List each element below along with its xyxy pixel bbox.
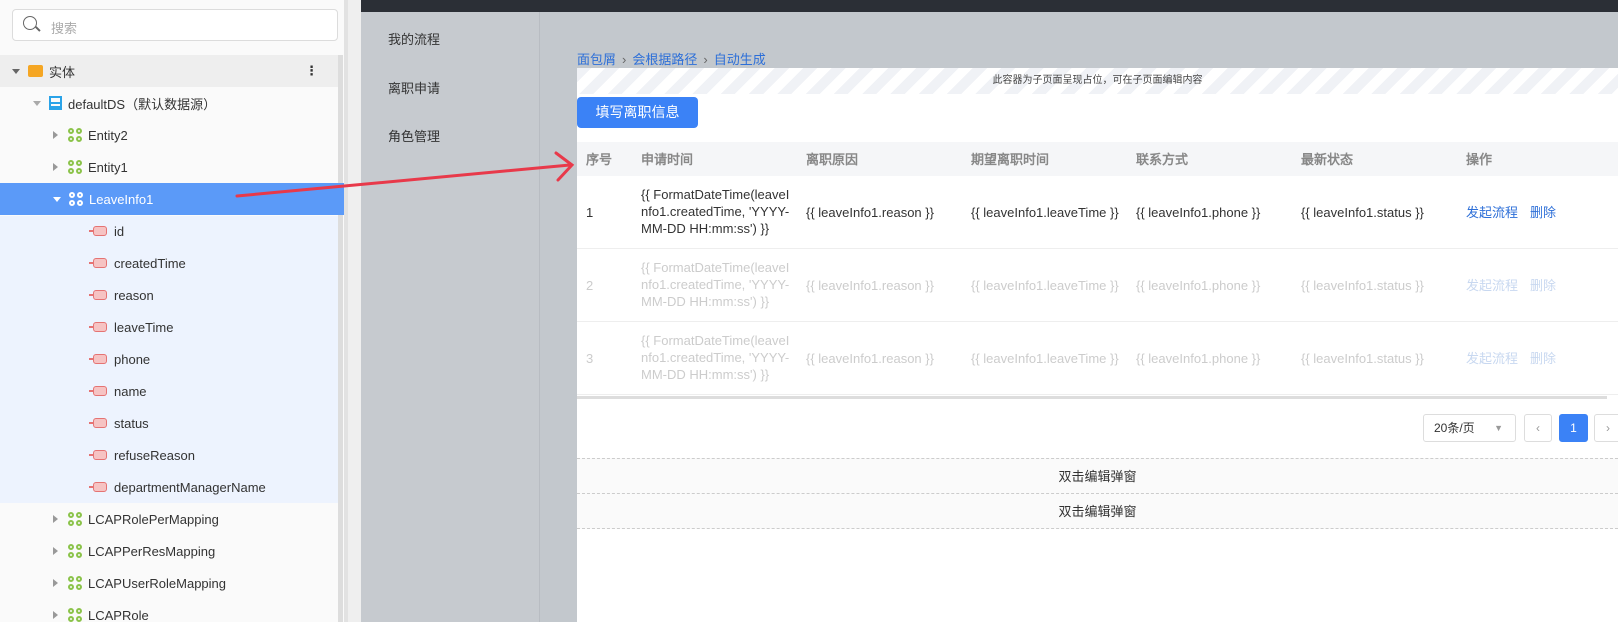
annotation-arrow [235,151,575,198]
